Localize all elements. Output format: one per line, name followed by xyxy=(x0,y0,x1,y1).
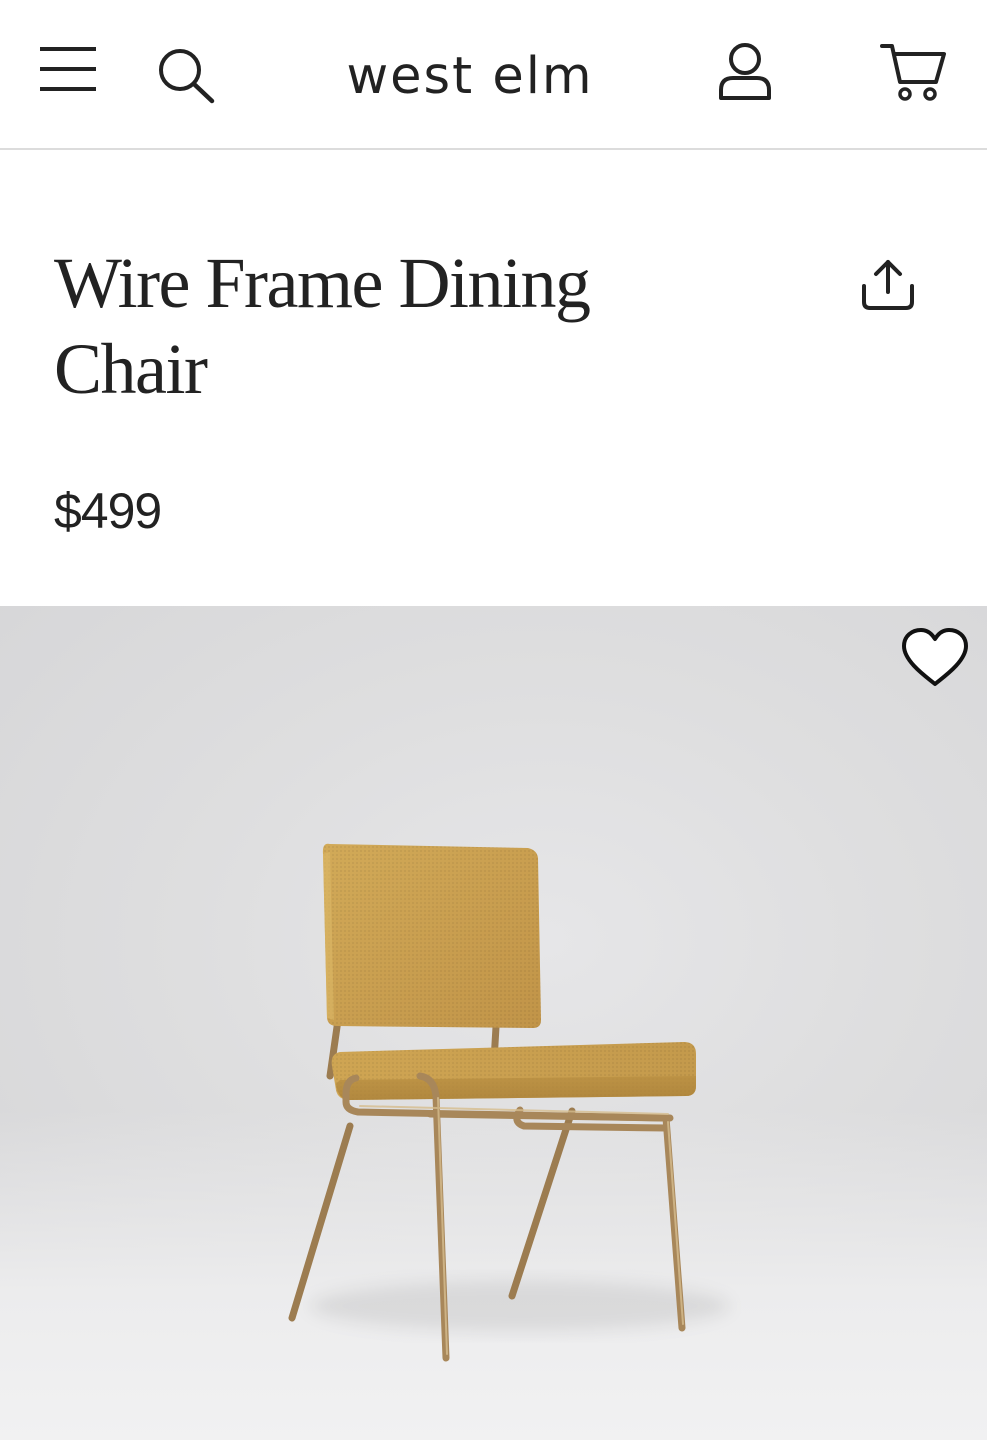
brand-logo[interactable]: west elm xyxy=(300,42,640,112)
menu-button[interactable] xyxy=(38,44,98,96)
heart-icon xyxy=(902,628,968,686)
top-navigation-bar: west elm xyxy=(0,0,987,150)
account-button[interactable] xyxy=(714,40,776,104)
share-button[interactable] xyxy=(856,256,920,316)
search-icon xyxy=(159,49,215,104)
account-icon xyxy=(719,43,771,100)
product-price: $499 xyxy=(54,483,162,539)
menu-icon xyxy=(40,47,96,91)
product-title: Wire Frame Dining Chair xyxy=(54,243,591,409)
search-button[interactable] xyxy=(156,46,218,104)
chair-illustration xyxy=(288,843,730,1362)
cart-icon xyxy=(880,44,946,101)
share-icon xyxy=(862,260,914,310)
cart-button[interactable] xyxy=(878,40,948,104)
product-image[interactable] xyxy=(0,606,987,1440)
wishlist-button[interactable] xyxy=(900,626,970,690)
